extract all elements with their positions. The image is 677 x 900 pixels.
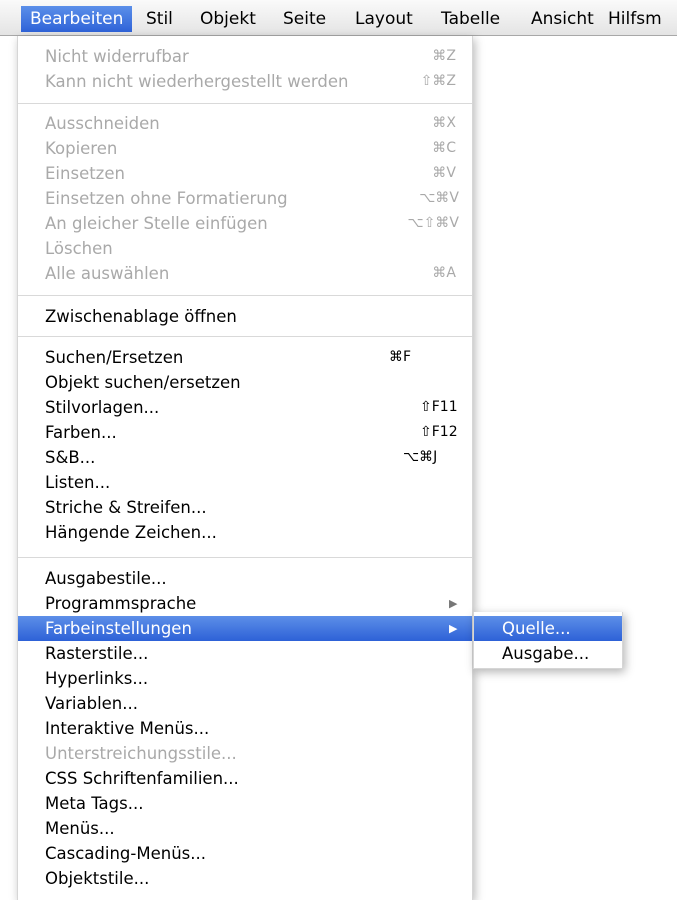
menu-item-label: Löschen: [45, 239, 113, 258]
menu-item-object-styles[interactable]: Objektstile...: [18, 866, 472, 891]
menu-item-label: Kopieren: [45, 139, 118, 158]
shortcut-label: ⌥⌘V: [419, 190, 459, 206]
shortcut-label: ⌘A: [432, 265, 456, 281]
shortcut-label: ⇧⌘Z: [420, 73, 456, 89]
menu-item-label: Meta Tags...: [45, 794, 144, 813]
menu-item-label: Programmsprache: [45, 594, 197, 613]
menu-item-css-font-families[interactable]: CSS Schriftenfamilien...: [18, 766, 472, 791]
menu-item-label: Listen...: [45, 473, 111, 492]
menu-item-undo: Nicht widerrufbar ⌘Z: [18, 44, 472, 69]
menu-item-label: Rasterstile...: [45, 644, 149, 663]
shortcut-label: ⌥⇧⌘V: [407, 215, 459, 231]
menu-bar: Bearbeiten Stil Objekt Seite Layout Tabe…: [0, 0, 677, 36]
shortcut-label: ⌘X: [432, 115, 456, 131]
menu-item-cut: Ausschneiden ⌘X: [18, 111, 472, 136]
shortcut-label: ⇧F12: [420, 424, 458, 440]
submenu-item-output[interactable]: Ausgabe...: [474, 641, 622, 666]
menu-item-label: CSS Schriftenfamilien...: [45, 769, 239, 788]
submenu-arrow-icon: ▶: [449, 597, 458, 610]
menu-item-select-all: Alle auswählen ⌘A: [18, 261, 472, 286]
menu-item-output-styles[interactable]: Ausgabestile...: [18, 566, 472, 591]
menu-item-label: Einsetzen: [45, 164, 125, 183]
menu-item-label: Ausschneiden: [45, 114, 160, 133]
menu-tabelle[interactable]: Tabelle: [441, 6, 500, 32]
bearbeiten-dropdown-menu: Nicht widerrufbar ⌘Z Kann nicht wiederhe…: [17, 36, 473, 900]
menu-item-style-sheets[interactable]: Stilvorlagen... ⇧F11: [18, 395, 472, 420]
shortcut-label: ⌘C: [432, 140, 456, 156]
menu-item-label: Kann nicht wiederhergestellt werden: [45, 72, 349, 91]
menu-item-label: Objekt suchen/ersetzen: [45, 373, 241, 392]
menu-item-hanging-characters[interactable]: Hängende Zeichen...: [18, 520, 472, 545]
menu-item-open-clipboard[interactable]: Zwischenablage öffnen: [18, 304, 472, 329]
menu-item-label: Stilvorlagen...: [45, 398, 160, 417]
menu-item-label: Variablen...: [45, 694, 138, 713]
menu-item-lists[interactable]: Listen...: [18, 470, 472, 495]
menu-item-label: Menüs...: [45, 819, 115, 838]
menu-separator: [18, 336, 472, 337]
menu-item-label: Alle auswählen: [45, 264, 170, 283]
menu-item-interactive-menus[interactable]: Interaktive Menüs...: [18, 716, 472, 741]
menu-item-label: Cascading-Menüs...: [45, 844, 206, 863]
menu-item-label: Zwischenablage öffnen: [45, 307, 237, 326]
shortcut-label: ⌘V: [432, 165, 456, 181]
menu-item-menus[interactable]: Menüs...: [18, 816, 472, 841]
menu-item-label: Ausgabe...: [502, 644, 590, 663]
menu-item-program-language[interactable]: Programmsprache ▶: [18, 591, 472, 616]
menu-item-label: Einsetzen ohne Formatierung: [45, 189, 288, 208]
menu-item-paste: Einsetzen ⌘V: [18, 161, 472, 186]
menu-item-paste-in-place: An gleicher Stelle einfügen ⌥⇧⌘V: [18, 211, 472, 236]
menu-item-paste-without-formatting: Einsetzen ohne Formatierung ⌥⌘V: [18, 186, 472, 211]
menu-item-label: Hängende Zeichen...: [45, 523, 217, 542]
submenu-arrow-icon: ▶: [449, 622, 458, 635]
menu-item-hj[interactable]: S&B... ⌥⌘J: [18, 445, 472, 470]
menu-item-colors[interactable]: Farben... ⇧F12: [18, 420, 472, 445]
menu-item-delete: Löschen: [18, 236, 472, 261]
menu-item-label: Interaktive Menüs...: [45, 719, 210, 738]
menu-item-label: Unterstreichungsstile...: [45, 744, 237, 763]
menu-item-label: Suchen/Ersetzen: [45, 348, 184, 367]
menu-item-label: Nicht widerrufbar: [45, 47, 189, 66]
menu-item-label: Quelle...: [502, 619, 571, 638]
shortcut-label: ⌘F: [389, 349, 412, 365]
menu-item-underline-styles: Unterstreichungsstile...: [18, 741, 472, 766]
menu-separator: [18, 557, 472, 558]
menu-item-label: Ausgabestile...: [45, 569, 167, 588]
menu-seite[interactable]: Seite: [283, 6, 326, 32]
menu-separator: [18, 103, 472, 104]
menu-bearbeiten[interactable]: Bearbeiten: [21, 6, 133, 32]
menu-item-label: Hyperlinks...: [45, 669, 149, 688]
menu-item-variables[interactable]: Variablen...: [18, 691, 472, 716]
menu-hilfsmittel[interactable]: Hilfsm: [608, 6, 662, 32]
menu-item-hyperlinks[interactable]: Hyperlinks...: [18, 666, 472, 691]
menu-item-label: Farbeinstellungen: [45, 619, 192, 638]
submenu-item-source[interactable]: Quelle...: [474, 616, 622, 641]
menu-item-label: Objektstile...: [45, 869, 150, 888]
menu-item-copy: Kopieren ⌘C: [18, 136, 472, 161]
menu-item-dashes-stripes[interactable]: Striche & Streifen...: [18, 495, 472, 520]
menu-ansicht[interactable]: Ansicht: [531, 6, 594, 32]
menu-separator: [18, 295, 472, 296]
menu-item-object-find-replace[interactable]: Objekt suchen/ersetzen: [18, 370, 472, 395]
menu-objekt[interactable]: Objekt: [200, 6, 256, 32]
menu-stil[interactable]: Stil: [146, 6, 173, 32]
menu-item-label: An gleicher Stelle einfügen: [45, 214, 268, 233]
menu-item-cascading-menus[interactable]: Cascading-Menüs...: [18, 841, 472, 866]
menu-item-label: Striche & Streifen...: [45, 498, 207, 517]
menu-item-label: Farben...: [45, 423, 117, 442]
menu-item-color-settings[interactable]: Farbeinstellungen ▶: [18, 616, 472, 641]
shortcut-label: ⌘Z: [432, 48, 456, 64]
shortcut-label: ⌥⌘J: [403, 449, 438, 465]
menu-item-label: S&B...: [45, 448, 96, 467]
shortcut-label: ⇧F11: [420, 399, 458, 415]
menu-item-find-replace[interactable]: Suchen/Ersetzen ⌘F: [18, 345, 472, 370]
menu-item-grid-styles[interactable]: Rasterstile...: [18, 641, 472, 666]
menu-item-meta-tags[interactable]: Meta Tags...: [18, 791, 472, 816]
menu-layout[interactable]: Layout: [355, 6, 413, 32]
farbeinstellungen-submenu: Quelle... Ausgabe...: [473, 612, 623, 669]
menu-item-redo: Kann nicht wiederhergestellt werden ⇧⌘Z: [18, 69, 472, 94]
